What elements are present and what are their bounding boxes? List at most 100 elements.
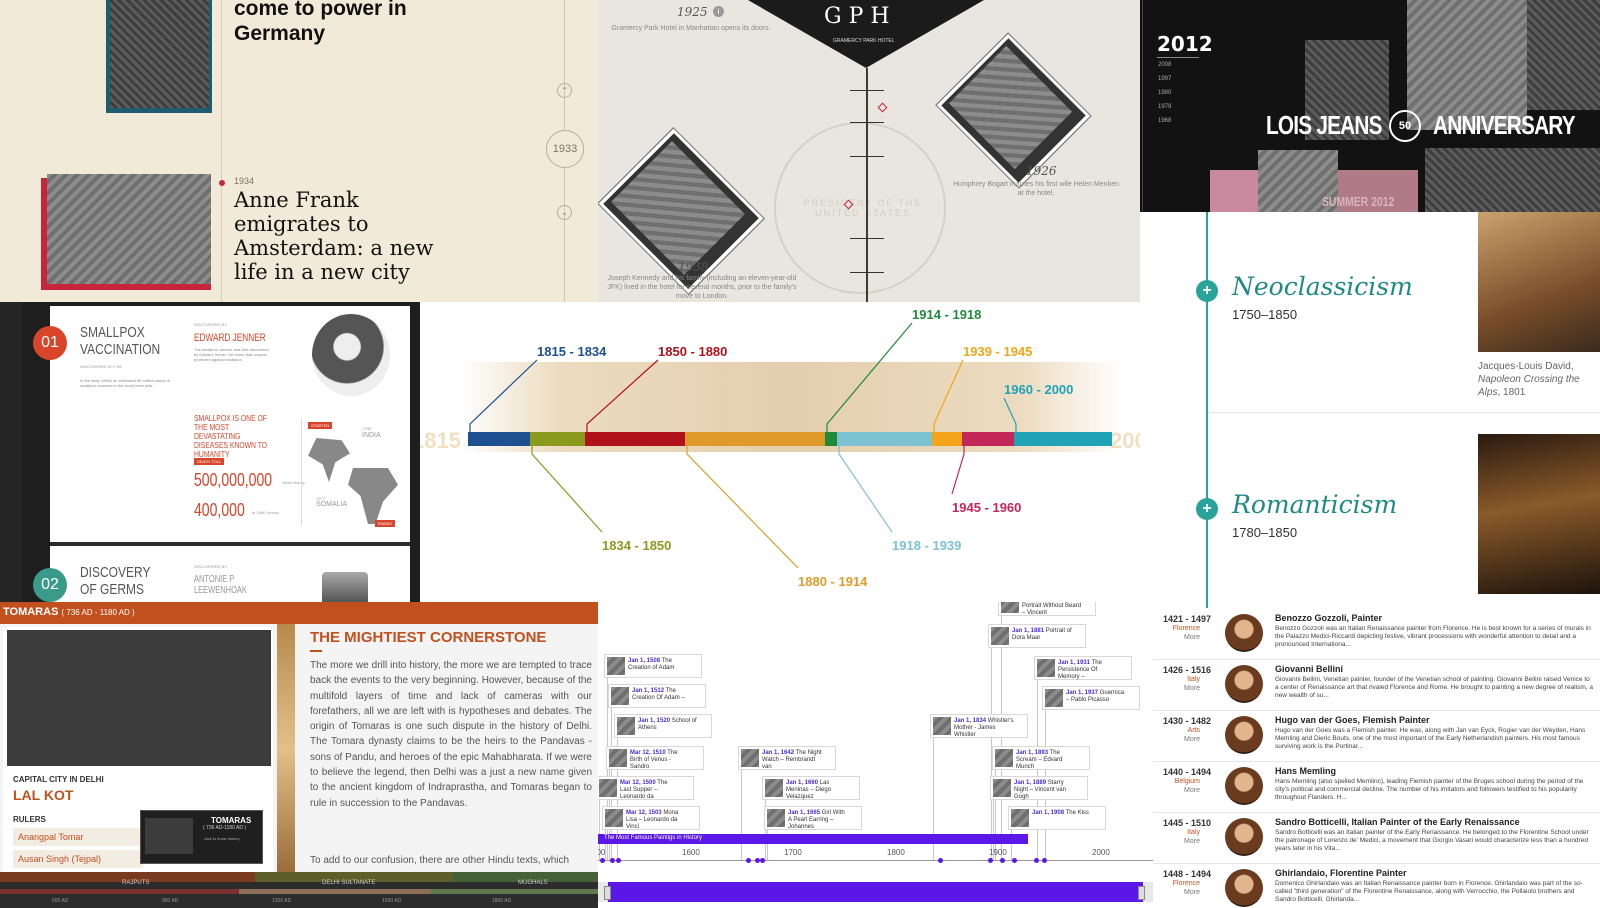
period-label[interactable]: 1918 - 1939 [892, 538, 961, 553]
era-label[interactable]: MUGHALS [518, 880, 548, 886]
painter-name[interactable]: Hans Memling [1275, 766, 1336, 776]
period-label[interactable]: 1945 - 1960 [952, 500, 1021, 515]
more-link[interactable]: More [1184, 634, 1200, 641]
period-label[interactable]: 1880 - 1914 [798, 574, 868, 589]
painting-card[interactable]: Mar 12, 1510 The Birth of Venus - Sandro [606, 746, 704, 770]
period-label[interactable]: 1960 - 2000 [1004, 382, 1073, 397]
year-small[interactable]: 1997 [1158, 76, 1171, 82]
painting-card[interactable]: Jan 1, 1937 Guernica – Pablo Picasso [1042, 686, 1140, 710]
year-small[interactable]: 1979 [1158, 104, 1171, 110]
event-dot[interactable] [1000, 858, 1005, 863]
number-badge-2: 02 [33, 568, 67, 602]
era-year: 1500 AD [382, 898, 402, 904]
info-icon[interactable]: i [713, 6, 724, 17]
period-label[interactable]: 1850 - 1880 [658, 344, 727, 359]
painter-name[interactable]: Giovanni Bellini [1275, 664, 1343, 674]
event-dot[interactable] [746, 858, 751, 863]
scroll-down-icon[interactable]: ⌄ [557, 205, 572, 220]
period-leader-line [951, 446, 965, 495]
era-label[interactable]: DELHI SULTANATE [322, 880, 375, 886]
year-current[interactable]: 2012 [1157, 32, 1213, 56]
painting-card[interactable]: Jan 1, 1512 The Creation Of Adam – [608, 684, 706, 708]
year-small[interactable]: 1968 [1158, 118, 1171, 124]
scrubber-range[interactable] [608, 882, 1143, 902]
painting-card-text: Jan 1, 1937 Guernica – Pablo Picasso [1066, 690, 1126, 704]
painter-row[interactable]: 1440 - 1494 Belgium More Hans Memling Ha… [1153, 761, 1600, 813]
painter-place: Arts [1187, 727, 1200, 734]
year-small[interactable]: 1980 [1158, 90, 1171, 96]
painter-desc: Hans Memling (also spelled Memlinc), lea… [1275, 778, 1584, 801]
year-marker[interactable]: 1933 [546, 130, 584, 168]
painter-name[interactable]: Sandro Botticelli, Italian Painter of th… [1275, 817, 1520, 827]
painting-card[interactable]: Jan 1, 1889 Self-Portrait Without Beard … [998, 602, 1096, 616]
painting-card[interactable]: Mar 12, 1500 The Last Supper – Leonardo … [598, 776, 694, 800]
painter-row[interactable]: 1430 - 1482 Arts More Hugo van der Goes,… [1153, 710, 1600, 762]
event-dot[interactable] [760, 858, 765, 863]
painting-card[interactable]: Jan 1, 1908 The Kiss [1008, 806, 1106, 830]
period-bar[interactable] [962, 432, 1014, 446]
art-movements-panel: + Neoclassicism 1750–1850 Jacques-Louis … [1140, 212, 1600, 608]
painting-card[interactable]: Jan 1, 1642 The Night Watch – Rembrandt … [738, 746, 836, 770]
period-bar[interactable] [685, 432, 825, 446]
ruler-name[interactable]: Ausan Singh (Tejpal) [18, 854, 101, 864]
expand-icon[interactable]: + [1196, 498, 1218, 520]
painter-row[interactable]: 1445 - 1510 Italy More Sandro Botticelli… [1153, 812, 1600, 864]
period-label[interactable]: 1815 - 1834 [537, 344, 607, 359]
painter-row[interactable]: 1448 - 1494 Florence More Ghirlandaio, F… [1153, 863, 1600, 908]
painter-row[interactable]: 1426 - 1516 Italy More Giovanni Bellini … [1153, 659, 1600, 711]
tooltip-link[interactable]: click to know history [204, 836, 240, 841]
more-link[interactable]: More [1184, 736, 1200, 743]
scrubber-handle-left[interactable] [604, 886, 611, 900]
painting-card[interactable]: Jan 1, 1508 The Creation of Adam [604, 654, 702, 678]
painting-card[interactable]: Jan 1, 1520 School of Athens [614, 714, 712, 738]
more-link[interactable]: More [1184, 889, 1200, 896]
painting-card[interactable]: Jan 1, 1931 The Persistence Of Memory – [1034, 656, 1132, 680]
big-number-2-note: in 18th Century [252, 510, 280, 515]
more-link[interactable]: More [1184, 685, 1200, 692]
event-dot[interactable] [610, 858, 615, 863]
period-label[interactable]: 1939 - 1945 [963, 344, 1032, 359]
painting-card[interactable]: Jan 1, 1889 Starry Night – Vincent van G… [990, 776, 1088, 800]
painting-card[interactable]: Jan 1, 1660 Las Meninas – Diego Velazque… [762, 776, 860, 800]
period-label[interactable]: 1914 - 1918 [912, 307, 981, 322]
painting-card[interactable]: Jan 1, 1834 Whistler's Mother - James Wh… [930, 714, 1028, 738]
event-dot[interactable] [600, 858, 605, 863]
scroll-up-icon[interactable]: ⌃ [557, 83, 572, 98]
painter-name[interactable]: Hugo van der Goes, Flemish Painter [1275, 715, 1430, 725]
period-bar[interactable] [1014, 432, 1112, 446]
era-label[interactable]: RAJPUTS [122, 880, 149, 886]
movement-title[interactable]: Romanticism [1232, 490, 1397, 519]
period-bar[interactable] [837, 432, 932, 446]
painter-name[interactable]: Ghirlandaio, Florentine Painter [1275, 868, 1407, 878]
event-dot[interactable] [1034, 858, 1039, 863]
period-label[interactable]: 1834 - 1850 [602, 538, 671, 553]
painter-name[interactable]: Benozzo Gozzoli, Painter [1275, 613, 1382, 623]
painting-date: Mar 12, 1510 [630, 750, 666, 756]
event-dot[interactable] [616, 858, 621, 863]
painting-card[interactable]: Jan 1, 1881 Portrait of Dora Maar [988, 624, 1086, 648]
gramercy-park-timeline-panel: PRESIDENT OF THE UNITED STATES G P H GRA… [598, 0, 1140, 302]
event-dot[interactable] [988, 858, 993, 863]
scrubber-handle-right[interactable] [1138, 886, 1145, 900]
painting-card[interactable]: Mar 12, 1503 Mona Lisa – Leonardo da Vin… [602, 806, 700, 830]
ruler-name[interactable]: Anangpal Tomar [18, 832, 83, 842]
period-bar[interactable] [585, 432, 685, 446]
more-link[interactable]: More [1184, 838, 1200, 845]
period-bar[interactable] [825, 432, 837, 446]
video-placeholder[interactable] [7, 630, 271, 766]
event-dot[interactable] [1012, 858, 1017, 863]
movement-title[interactable]: Neoclassicism [1232, 272, 1413, 301]
marker-1926[interactable] [877, 102, 888, 113]
period-bar[interactable] [530, 432, 585, 446]
year-small[interactable]: 2008 [1158, 62, 1171, 68]
painter-row[interactable]: 1421 - 1497 Florence More Benozzo Gozzol… [1153, 608, 1600, 660]
period-bar[interactable] [932, 432, 962, 446]
more-link[interactable]: More [1184, 787, 1200, 794]
event-dot[interactable] [1042, 858, 1047, 863]
painting-card[interactable]: Jan 1, 1665 Girl With A Pearl Earring – … [764, 806, 862, 830]
event-dot[interactable] [938, 858, 943, 863]
expand-icon[interactable]: + [1196, 280, 1218, 302]
period-bar[interactable] [468, 432, 530, 446]
painting-card[interactable]: Jan 1, 1893 The Scream – Edvard Munch [992, 746, 1090, 770]
painter-desc: Domenico Ghirlandaio was an Italian Rena… [1275, 880, 1583, 903]
